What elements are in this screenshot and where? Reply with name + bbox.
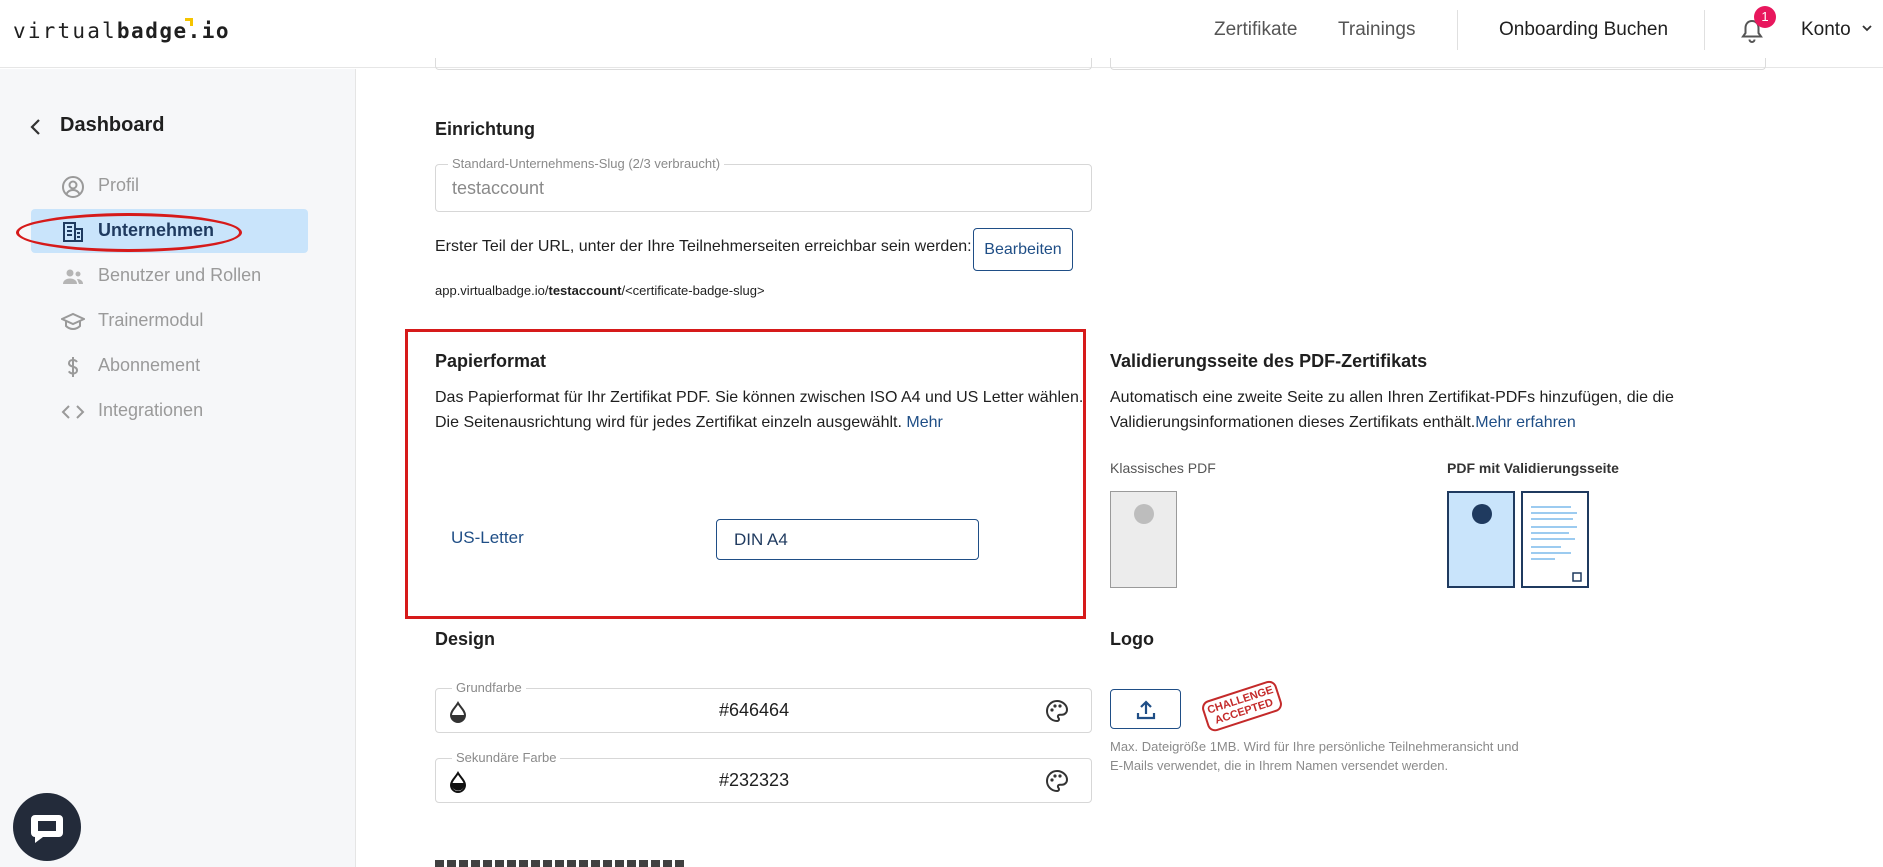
sidebar-item-label: Abonnement bbox=[98, 355, 201, 375]
nav-trainings[interactable]: Trainings bbox=[1338, 19, 1415, 41]
highlight-box bbox=[405, 329, 1086, 619]
logo-mark-icon bbox=[185, 18, 193, 26]
option-us-letter[interactable]: US-Letter bbox=[451, 528, 524, 548]
secondary-color-label: Sekundäre Farbe bbox=[452, 750, 561, 765]
nav-zertifikate[interactable]: Zertifikate bbox=[1214, 19, 1297, 41]
account-menu[interactable]: Konto bbox=[1801, 19, 1851, 41]
clipped-field bbox=[1110, 58, 1766, 70]
code-icon bbox=[61, 405, 85, 419]
user-circle-icon bbox=[62, 176, 84, 198]
clipped-field bbox=[435, 58, 1092, 70]
secondary-color-field[interactable]: Sekundäre Farbe #232323 bbox=[435, 750, 1092, 803]
drop-icon bbox=[449, 701, 467, 723]
chevron-left-icon[interactable] bbox=[28, 117, 42, 137]
url-description: Erster Teil der URL, unter der Ihre Teil… bbox=[435, 238, 972, 255]
validation-pdf-label: PDF mit Validierungsseite bbox=[1447, 460, 1619, 476]
primary-color-value: #646464 bbox=[719, 700, 790, 720]
paper-title: Papierformat bbox=[435, 351, 547, 371]
upload-icon bbox=[1136, 700, 1156, 720]
dollar-icon bbox=[67, 357, 79, 377]
drop-icon bbox=[449, 771, 467, 793]
sidebar-item-benutzer[interactable]: Benutzer und Rollen bbox=[31, 254, 308, 298]
onboarding-link[interactable]: Onboarding Buchen bbox=[1499, 19, 1668, 41]
url-preview: app.virtualbadge.io/testaccount/<certifi… bbox=[435, 283, 765, 298]
sidebar-item-label: Trainermodul bbox=[98, 310, 204, 330]
option-din-a4[interactable]: DIN A4 bbox=[716, 519, 979, 560]
validation-more-link[interactable]: Mehr erfahren bbox=[1475, 414, 1576, 431]
chat-icon bbox=[31, 815, 63, 843]
slug-field[interactable]: Standard-Unternehmens-Slug (2/3 verbrauc… bbox=[435, 156, 1092, 212]
validation-title: Validierungsseite des PDF-Zertifikats bbox=[1110, 351, 1428, 371]
sidebar-item-label: Profil bbox=[98, 175, 140, 195]
palette-icon[interactable] bbox=[1045, 769, 1069, 793]
sidebar-item-abonnement[interactable]: Abonnement bbox=[31, 344, 308, 388]
classic-pdf-option[interactable] bbox=[1110, 491, 1177, 588]
primary-color-field[interactable]: Grundfarbe #646464 bbox=[435, 680, 1092, 733]
classic-pdf-label: Klassisches PDF bbox=[1110, 460, 1216, 476]
paper-desc-1: Das Papierformat für Ihr Zertifikat PDF.… bbox=[435, 389, 1084, 406]
sidebar-item-profil[interactable]: Profil bbox=[31, 164, 308, 208]
graduation-cap-icon bbox=[61, 312, 85, 331]
logo[interactable]: virtualbadge.io bbox=[13, 19, 230, 43]
validation-desc-1: Automatisch eine zweite Seite zu allen I… bbox=[1110, 389, 1674, 406]
users-icon bbox=[63, 269, 83, 284]
setup-title: Einrichtung bbox=[435, 119, 535, 139]
sidebar-item-label: Benutzer und Rollen bbox=[98, 265, 262, 285]
validation-desc-2: Validierungsinformationen dieses Zertifi… bbox=[1110, 414, 1576, 431]
logo-hint: Max. Dateigröße 1MB. Wird für Ihre persö… bbox=[1110, 739, 1519, 773]
logo-title: Logo bbox=[1110, 629, 1154, 649]
nav-divider bbox=[1457, 10, 1458, 50]
sidebar-item-label: Integrationen bbox=[98, 400, 204, 420]
secondary-color-value: #232323 bbox=[719, 770, 790, 790]
slug-field-label: Standard-Unternehmens-Slug (2/3 verbrauc… bbox=[448, 156, 725, 171]
dashboard-link[interactable]: Dashboard bbox=[60, 114, 164, 137]
paper-more-link[interactable]: Mehr bbox=[906, 414, 942, 431]
nav-divider bbox=[1704, 10, 1705, 50]
upload-button[interactable] bbox=[1110, 689, 1181, 729]
clipped-heading bbox=[435, 860, 685, 867]
highlight-circle bbox=[16, 213, 242, 252]
design-title: Design bbox=[435, 629, 496, 649]
logo-preview-stamp: CHALLENGE ACCEPTED bbox=[1199, 678, 1285, 734]
primary-color-label: Grundfarbe bbox=[452, 680, 526, 695]
chat-widget-button[interactable] bbox=[13, 793, 81, 861]
paper-desc-2: Die Seitenausrichtung wird für jedes Zer… bbox=[435, 414, 943, 431]
sidebar-item-integrationen[interactable]: Integrationen bbox=[31, 389, 308, 433]
seal-icon bbox=[1472, 504, 1492, 524]
edit-button[interactable]: Bearbeiten bbox=[973, 228, 1073, 271]
chevron-down-icon[interactable] bbox=[1862, 23, 1872, 33]
validation-pdf-option[interactable] bbox=[1447, 491, 1515, 588]
document-lines-icon bbox=[1531, 506, 1582, 582]
palette-icon[interactable] bbox=[1045, 699, 1069, 723]
slug-value: testaccount bbox=[452, 178, 545, 198]
seal-icon bbox=[1134, 504, 1154, 524]
notification-badge: 1 bbox=[1754, 6, 1776, 28]
sidebar-item-trainermodul[interactable]: Trainermodul bbox=[31, 299, 308, 343]
validation-page-thumb[interactable] bbox=[1521, 491, 1589, 588]
